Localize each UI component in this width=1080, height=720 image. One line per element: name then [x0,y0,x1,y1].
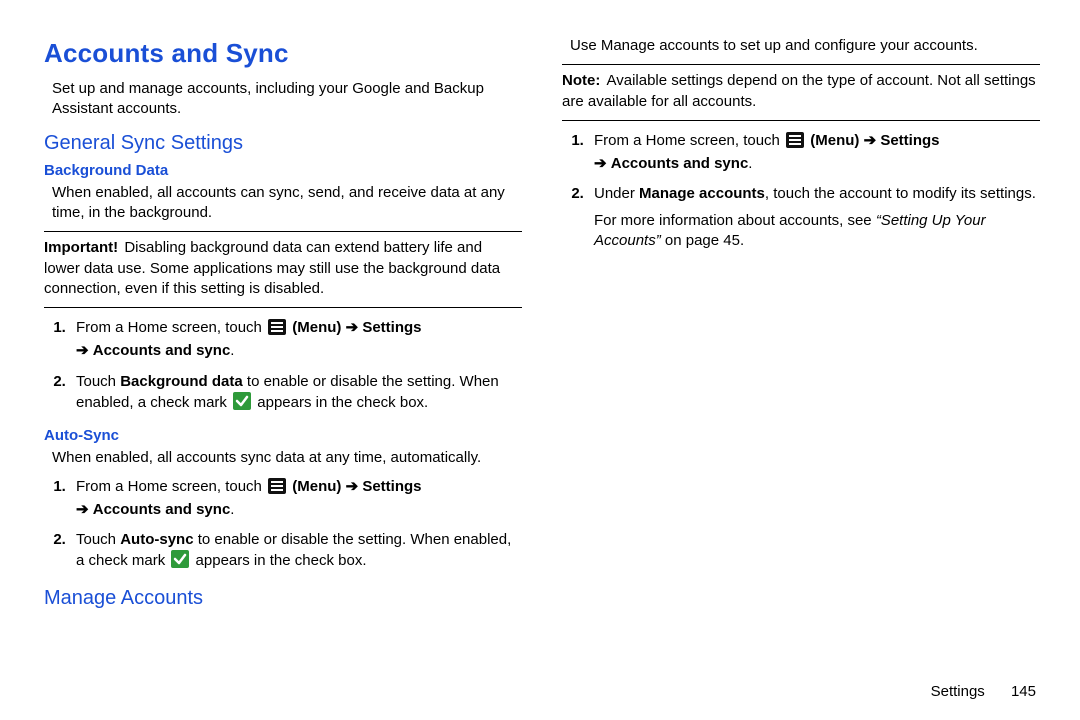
manage-step-2: Under Manage accounts, touch the account… [588,184,1040,251]
bg-step-1: From a Home screen, touch (Menu) ➔ Setti… [70,318,522,362]
bg-step-2: Touch Background data to enable or disab… [70,372,522,417]
heading-auto-sync: Auto-Sync [44,426,522,446]
page-footer: Settings 145 [931,682,1036,702]
auto-step-1: From a Home screen, touch (Menu) ➔ Setti… [70,477,522,521]
menu-label: (Menu) [810,132,859,149]
page-title: Accounts and Sync [44,36,522,71]
settings-label: Settings [362,478,421,495]
menu-icon [268,478,286,500]
arrow-icon: ➔ [594,155,607,172]
arrow-icon: ➔ [76,501,89,518]
footer-page-number: 145 [1011,683,1036,700]
check-icon [171,550,189,574]
period: . [230,501,234,518]
settings-label: Settings [362,319,421,336]
manage-steps: From a Home screen, touch (Menu) ➔ Setti… [588,131,1040,251]
footer-section: Settings [931,683,985,700]
step-text: From a Home screen, touch [594,132,784,149]
period: . [748,155,752,172]
step-text: From a Home screen, touch [76,319,266,336]
step-text: appears in the check box. [196,552,367,569]
heading-general-sync: General Sync Settings [44,130,522,157]
note-body: Available settings depend on the type of… [562,72,1036,109]
step-text: Under [594,185,639,202]
manage-desc: Use Manage accounts to set up and config… [570,36,1040,56]
menu-label: (Menu) [292,478,341,495]
step-text: From a Home screen, touch [76,478,266,495]
menu-icon [786,132,804,154]
heading-manage-accounts: Manage Accounts [44,585,522,612]
arrow-icon: ➔ [346,319,359,336]
bg-steps: From a Home screen, touch (Menu) ➔ Setti… [70,318,522,416]
heading-background-data: Background Data [44,161,522,181]
acct-sync-label: Accounts and sync [93,501,231,518]
check-icon [233,392,251,416]
acct-sync-label: Accounts and sync [93,342,231,359]
more-info-tail: on page 45. [661,232,744,249]
step-text: , touch the account to modify its settin… [765,185,1036,202]
auto-desc: When enabled, all accounts sync data at … [52,448,522,468]
arrow-icon: ➔ [864,132,877,149]
note-label: Note: [562,72,600,89]
step-text: appears in the check box. [257,394,428,411]
auto-step-2: Touch Auto-sync to enable or disable the… [70,530,522,575]
auto-sync-bold: Auto-sync [120,531,193,548]
arrow-icon: ➔ [346,478,359,495]
manage-bold: Manage accounts [639,185,765,202]
acct-sync-label: Accounts and sync [611,155,749,172]
auto-steps: From a Home screen, touch (Menu) ➔ Setti… [70,477,522,575]
intro-text: Set up and manage accounts, including yo… [52,79,522,120]
important-label: Important! [44,239,118,256]
step-text: Touch [76,531,120,548]
menu-icon [268,319,286,341]
menu-label: (Menu) [292,319,341,336]
step-text: Touch [76,373,120,390]
manual-page: Accounts and Sync Set up and manage acco… [0,0,1080,640]
more-info: For more information about accounts, see [594,212,876,229]
arrow-icon: ➔ [76,342,89,359]
manage-step-1: From a Home screen, touch (Menu) ➔ Setti… [588,131,1040,175]
settings-label: Settings [880,132,939,149]
period: . [230,342,234,359]
bg-data-bold: Background data [120,373,243,390]
bg-desc: When enabled, all accounts can sync, sen… [52,183,522,224]
important-callout: Important! Disabling background data can… [44,231,522,308]
note-callout: Note: Available settings depend on the t… [562,64,1040,121]
